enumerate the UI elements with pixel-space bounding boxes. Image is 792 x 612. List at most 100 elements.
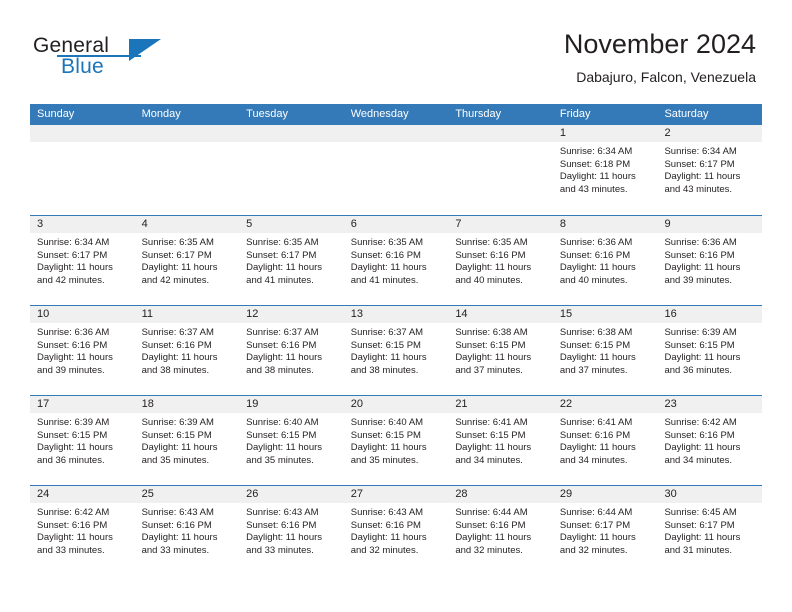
day-sun-info: Sunrise: 6:42 AM Sunset: 6:16 PM Daylight:… — [30, 503, 135, 557]
sunset-text: Sunset: 6:17 PM — [37, 249, 108, 261]
calendar-day-cell[interactable]: 13 Sunrise: 6:37 AM Sunset: 6:15 PM Dayligh… — [343, 306, 449, 395]
day-number: 28 — [448, 486, 553, 503]
calendar-day-cell[interactable]: 24 Sunrise: 6:42 AM Sunset: 6:16 PM Dayligh… — [30, 486, 135, 575]
calendar-day-cell[interactable]: 28 Sunrise: 6:44 AM Sunset: 6:16 PM Dayligh… — [448, 486, 553, 575]
sunrise-text: Sunrise: 6:36 AM — [37, 327, 110, 338]
sunrise-text: Sunrise: 6:35 AM — [141, 237, 214, 248]
day-sun-info: Sunrise: 6:35 AM Sunset: 6:16 PM Daylight:… — [344, 233, 449, 287]
sunrise-text: Sunrise: 6:37 AM — [246, 327, 319, 338]
calendar-day-cell-empty — [343, 125, 449, 215]
weekday-header-monday: Monday — [141, 108, 181, 120]
day-sun-info: Sunrise: 6:39 AM Sunset: 6:15 PM Daylight:… — [30, 413, 135, 467]
day-sun-info: Sunrise: 6:37 AM Sunset: 6:16 PM Daylight:… — [135, 323, 240, 377]
brand-name-blue: Blue — [61, 55, 104, 78]
sunrise-text: Sunrise: 6:34 AM — [37, 237, 110, 248]
day-number: 5 — [239, 216, 344, 233]
weekday-header-thursday: Thursday — [455, 108, 502, 120]
day-number: 20 — [343, 396, 449, 413]
sunset-text: Sunset: 6:15 PM — [141, 429, 212, 441]
calendar-day-cell[interactable]: 27 Sunrise: 6:43 AM Sunset: 6:16 PM Dayligh… — [343, 486, 449, 575]
daylight-text: Daylight: 11 hours and 32 minutes. — [350, 532, 427, 556]
calendar-day-cell[interactable]: 20 Sunrise: 6:40 AM Sunset: 6:15 PM Dayligh… — [343, 396, 449, 485]
day-number: 21 — [448, 396, 553, 413]
calendar-day-cell[interactable]: 10 Sunrise: 6:36 AM Sunset: 6:16 PM Dayligh… — [30, 306, 135, 395]
calendar-day-cell[interactable]: 4 Sunrise: 6:35 AM Sunset: 6:17 PM Daylight… — [134, 216, 240, 305]
calendar-day-cell[interactable]: 7 Sunrise: 6:35 AM Sunset: 6:16 PM Daylight… — [448, 216, 553, 305]
sunrise-text: Sunrise: 6:39 AM — [664, 327, 737, 338]
sunrise-text: Sunrise: 6:39 AM — [141, 417, 214, 428]
calendar-day-cell[interactable]: 30 Sunrise: 6:45 AM Sunset: 6:17 PM Dayligh… — [657, 486, 763, 575]
calendar-day-cell[interactable]: 19 Sunrise: 6:40 AM Sunset: 6:15 PM Dayligh… — [239, 396, 344, 485]
weekday-header-friday: Friday — [559, 108, 591, 120]
sunset-text: Sunset: 6:17 PM — [664, 158, 735, 170]
daylight-text: Daylight: 11 hours and 39 minutes. — [37, 352, 113, 376]
day-number: 18 — [134, 396, 240, 413]
daylight-text: Daylight: 11 hours and 38 minutes. — [141, 352, 218, 376]
daylight-text: Daylight: 11 hours and 35 minutes. — [141, 442, 218, 466]
calendar-week-row: 24 Sunrise: 6:42 AM Sunset: 6:16 PM Dayligh… — [30, 485, 763, 575]
calendar-day-cell-empty — [30, 125, 135, 215]
calendar-day-cell[interactable]: 16 Sunrise: 6:39 AM Sunset: 6:15 PM Dayligh… — [657, 306, 763, 395]
calendar-day-cell[interactable]: 12 Sunrise: 6:37 AM Sunset: 6:16 PM Dayligh… — [239, 306, 344, 395]
calendar-day-cell[interactable]: 6 Sunrise: 6:35 AM Sunset: 6:16 PM Daylight… — [343, 216, 449, 305]
calendar-day-cell[interactable]: 5 Sunrise: 6:35 AM Sunset: 6:17 PM Daylight… — [239, 216, 344, 305]
calendar-day-cell[interactable]: 14 Sunrise: 6:38 AM Sunset: 6:15 PM Dayligh… — [448, 306, 553, 395]
sunset-text: Sunset: 6:17 PM — [559, 519, 631, 531]
calendar-week-row: 3 Sunrise: 6:34 AM Sunset: 6:17 PM Daylight… — [30, 215, 763, 305]
daylight-text: Daylight: 11 hours and 37 minutes. — [455, 352, 532, 376]
sunrise-text: Sunrise: 6:40 AM — [246, 417, 319, 428]
sunrise-text: Sunrise: 6:34 AM — [664, 146, 737, 157]
day-sun-info: Sunrise: 6:36 AM Sunset: 6:16 PM Daylight:… — [553, 233, 658, 287]
calendar-page: General Blue November 2024 Dabajuro, Fal… — [0, 0, 792, 612]
day-sun-info: Sunrise: 6:38 AM Sunset: 6:15 PM Daylight:… — [553, 323, 658, 377]
day-sun-info: Sunrise: 6:35 AM Sunset: 6:16 PM Daylight:… — [448, 233, 553, 287]
calendar-day-cell[interactable]: 23 Sunrise: 6:42 AM Sunset: 6:16 PM Dayligh… — [657, 396, 763, 485]
day-number: 8 — [552, 216, 658, 233]
day-number: 25 — [134, 486, 240, 503]
sunrise-text: Sunrise: 6:40 AM — [350, 417, 424, 428]
day-number: 4 — [134, 216, 240, 233]
calendar-day-cell[interactable]: 22 Sunrise: 6:41 AM Sunset: 6:16 PM Dayligh… — [552, 396, 658, 485]
calendar-day-cell[interactable]: 21 Sunrise: 6:41 AM Sunset: 6:15 PM Dayligh… — [448, 396, 553, 485]
calendar-day-cell[interactable]: 15 Sunrise: 6:38 AM Sunset: 6:15 PM Dayligh… — [552, 306, 658, 395]
calendar-day-cell[interactable]: 3 Sunrise: 6:34 AM Sunset: 6:17 PM Daylight… — [30, 216, 135, 305]
day-sun-info: Sunrise: 6:40 AM Sunset: 6:15 PM Daylight:… — [239, 413, 344, 467]
weekday-header-sunday: Sunday — [37, 108, 75, 120]
weekday-header-wednesday: Wednesday — [350, 108, 409, 120]
day-sun-info: Sunrise: 6:35 AM Sunset: 6:17 PM Daylight:… — [135, 233, 240, 287]
day-number — [343, 125, 449, 142]
sunrise-text: Sunrise: 6:43 AM — [246, 507, 319, 518]
sunset-text: Sunset: 6:16 PM — [350, 519, 421, 531]
daylight-text: Daylight: 11 hours and 42 minutes. — [141, 262, 218, 286]
sunset-text: Sunset: 6:15 PM — [37, 429, 108, 441]
day-number: 2 — [657, 125, 763, 142]
calendar-day-cell[interactable]: 26 Sunrise: 6:43 AM Sunset: 6:16 PM Dayligh… — [239, 486, 344, 575]
sunset-text: Sunset: 6:16 PM — [141, 519, 212, 531]
calendar-day-cell[interactable]: 8 Sunrise: 6:36 AM Sunset: 6:16 PM Daylight… — [552, 216, 658, 305]
calendar-day-cell[interactable]: 17 Sunrise: 6:39 AM Sunset: 6:15 PM Dayligh… — [30, 396, 135, 485]
sunrise-text: Sunrise: 6:41 AM — [455, 417, 528, 428]
day-number: 27 — [343, 486, 449, 503]
calendar-day-cell[interactable]: 11 Sunrise: 6:37 AM Sunset: 6:16 PM Dayligh… — [134, 306, 240, 395]
sunset-text: Sunset: 6:18 PM — [559, 158, 631, 170]
calendar-day-cell-empty — [448, 125, 553, 215]
day-number: 1 — [552, 125, 658, 142]
calendar-day-cell[interactable]: 2 Sunrise: 6:34 AM Sunset: 6:17 PM Daylight… — [657, 125, 763, 215]
day-sun-info: Sunrise: 6:36 AM Sunset: 6:16 PM Daylight:… — [30, 323, 135, 377]
calendar-day-cell[interactable]: 1 Sunrise: 6:34 AM Sunset: 6:18 PM Daylight… — [552, 125, 658, 215]
sunrise-text: Sunrise: 6:34 AM — [559, 146, 633, 157]
calendar-day-cell[interactable]: 29 Sunrise: 6:44 AM Sunset: 6:17 PM Dayligh… — [552, 486, 658, 575]
day-number: 24 — [30, 486, 135, 503]
brand-logo[interactable]: General Blue — [33, 34, 263, 90]
calendar-day-cell[interactable]: 25 Sunrise: 6:43 AM Sunset: 6:16 PM Dayligh… — [134, 486, 240, 575]
calendar-day-cell[interactable]: 9 Sunrise: 6:36 AM Sunset: 6:16 PM Daylight… — [657, 216, 763, 305]
sunset-text: Sunset: 6:16 PM — [455, 249, 526, 261]
day-number: 26 — [239, 486, 344, 503]
sunrise-text: Sunrise: 6:35 AM — [350, 237, 424, 248]
day-sun-info: Sunrise: 6:39 AM Sunset: 6:15 PM Daylight:… — [135, 413, 240, 467]
calendar-day-cell[interactable]: 18 Sunrise: 6:39 AM Sunset: 6:15 PM Dayligh… — [134, 396, 240, 485]
daylight-text: Daylight: 11 hours and 43 minutes. — [664, 171, 741, 195]
daylight-text: Daylight: 11 hours and 31 minutes. — [664, 532, 741, 556]
day-number: 19 — [239, 396, 344, 413]
sunrise-text: Sunrise: 6:42 AM — [664, 417, 737, 428]
